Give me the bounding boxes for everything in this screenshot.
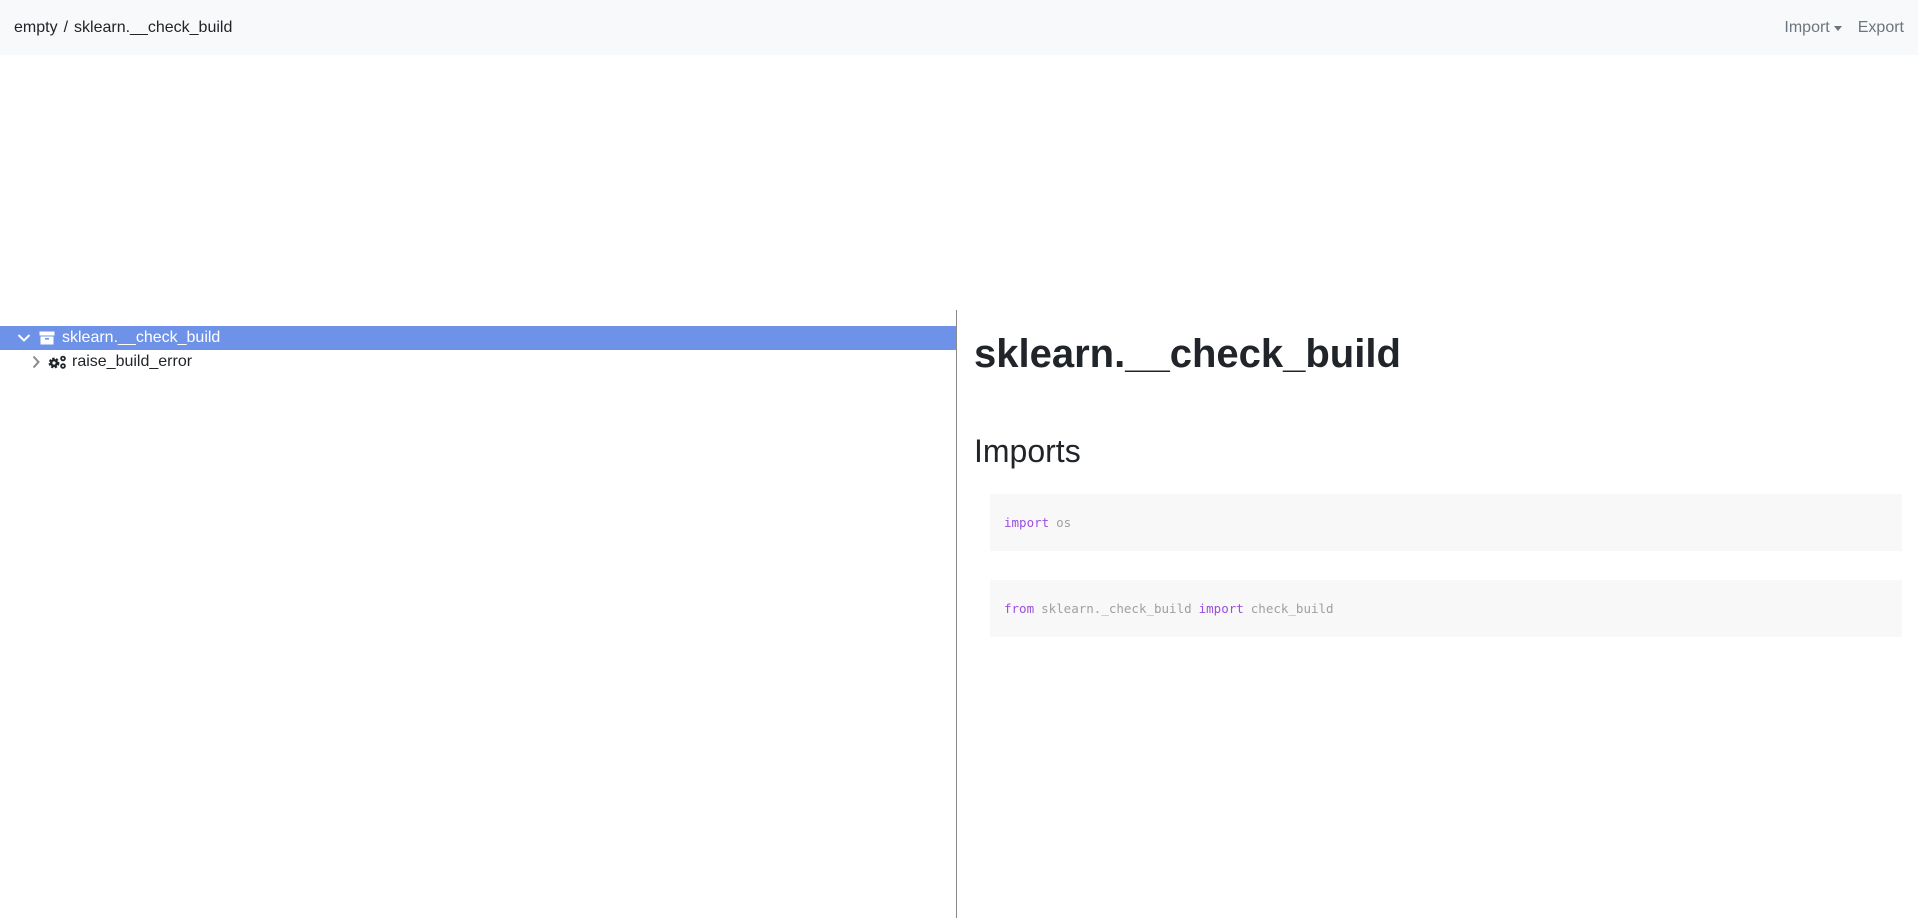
- tree-item-label: sklearn.__check_build: [62, 329, 221, 346]
- tree-item-raise-build-error[interactable]: raise_build_error: [0, 350, 956, 374]
- module-detail-pane: sklearn.__check_build Imports import os …: [958, 310, 1918, 918]
- export-button[interactable]: Export: [1858, 19, 1904, 37]
- code-name: check_build: [1250, 601, 1334, 617]
- nav-actions: Import Export: [1784, 19, 1904, 37]
- import-dropdown-button[interactable]: Import: [1784, 18, 1842, 37]
- import-label: Import: [1784, 18, 1830, 36]
- breadcrumb: empty / sklearn.__check_build: [14, 19, 232, 37]
- top-navbar: empty / sklearn.__check_build Import Exp…: [0, 0, 1918, 55]
- caret-down-icon: [1833, 25, 1842, 31]
- breadcrumb-separator: /: [63, 18, 69, 36]
- chevron-down-icon[interactable]: [16, 330, 32, 346]
- gears-icon: [47, 354, 69, 370]
- breadcrumb-current: sklearn.__check_build: [74, 18, 233, 36]
- code-module: os: [1056, 515, 1072, 531]
- imports-heading: Imports: [974, 433, 1081, 469]
- tree-item-sklearn-check-build[interactable]: sklearn.__check_build: [0, 326, 956, 350]
- import-code-block: import os: [990, 494, 1902, 552]
- code-keyword: from: [1004, 601, 1035, 617]
- archive-icon: [38, 330, 56, 346]
- import-code-block: from sklearn._check_build import check_b…: [990, 580, 1902, 638]
- code-module: sklearn._check_build: [1041, 601, 1192, 617]
- module-tree-pane: sklearn.__check_build raise_build_error: [0, 310, 957, 918]
- page-title: sklearn.__check_build: [974, 332, 1401, 376]
- tree-item-label: raise_build_error: [72, 353, 193, 370]
- code-keyword: import: [1198, 601, 1244, 617]
- chevron-right-icon[interactable]: [28, 354, 44, 370]
- breadcrumb-root-link[interactable]: empty: [14, 19, 58, 37]
- code-keyword: import: [1004, 515, 1050, 531]
